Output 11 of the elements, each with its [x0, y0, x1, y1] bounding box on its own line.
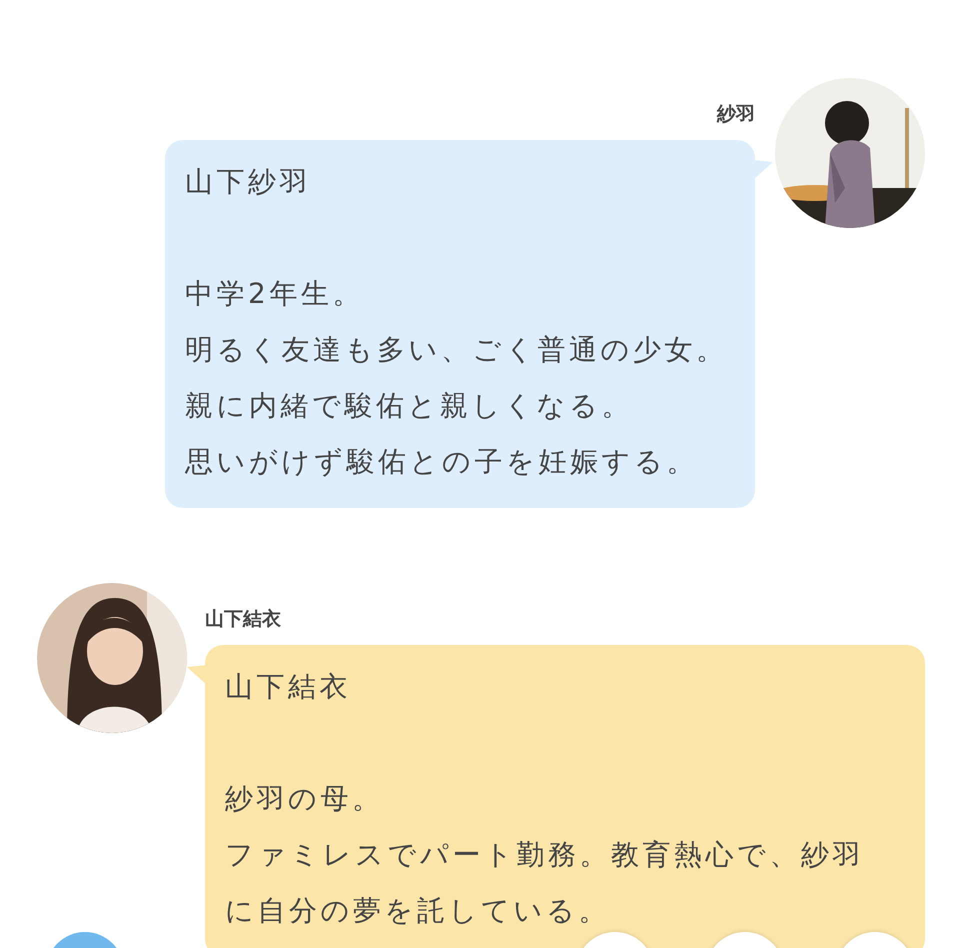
message-text: ファミレスでパート勤務。教育熱心で、紗羽 — [225, 837, 865, 873]
sender-name: 山下結衣 — [205, 607, 281, 631]
message-text: 明るく友達も多い、ごく普通の少女。 — [185, 332, 728, 368]
sender-name: 紗羽 — [717, 102, 755, 126]
message-text: 中学2年生。 — [185, 276, 365, 312]
message-title: 山下紗羽 — [185, 164, 312, 200]
message-text: 親に内緒で駿佑と親しくなる。 — [185, 388, 634, 424]
message-title: 山下結衣 — [225, 669, 352, 705]
message-text: に自分の夢を託している。 — [225, 893, 611, 929]
message-text: 思いがけず駿佑との子を妊娠する。 — [185, 444, 699, 480]
message-text: 紗羽の母。 — [225, 781, 384, 817]
